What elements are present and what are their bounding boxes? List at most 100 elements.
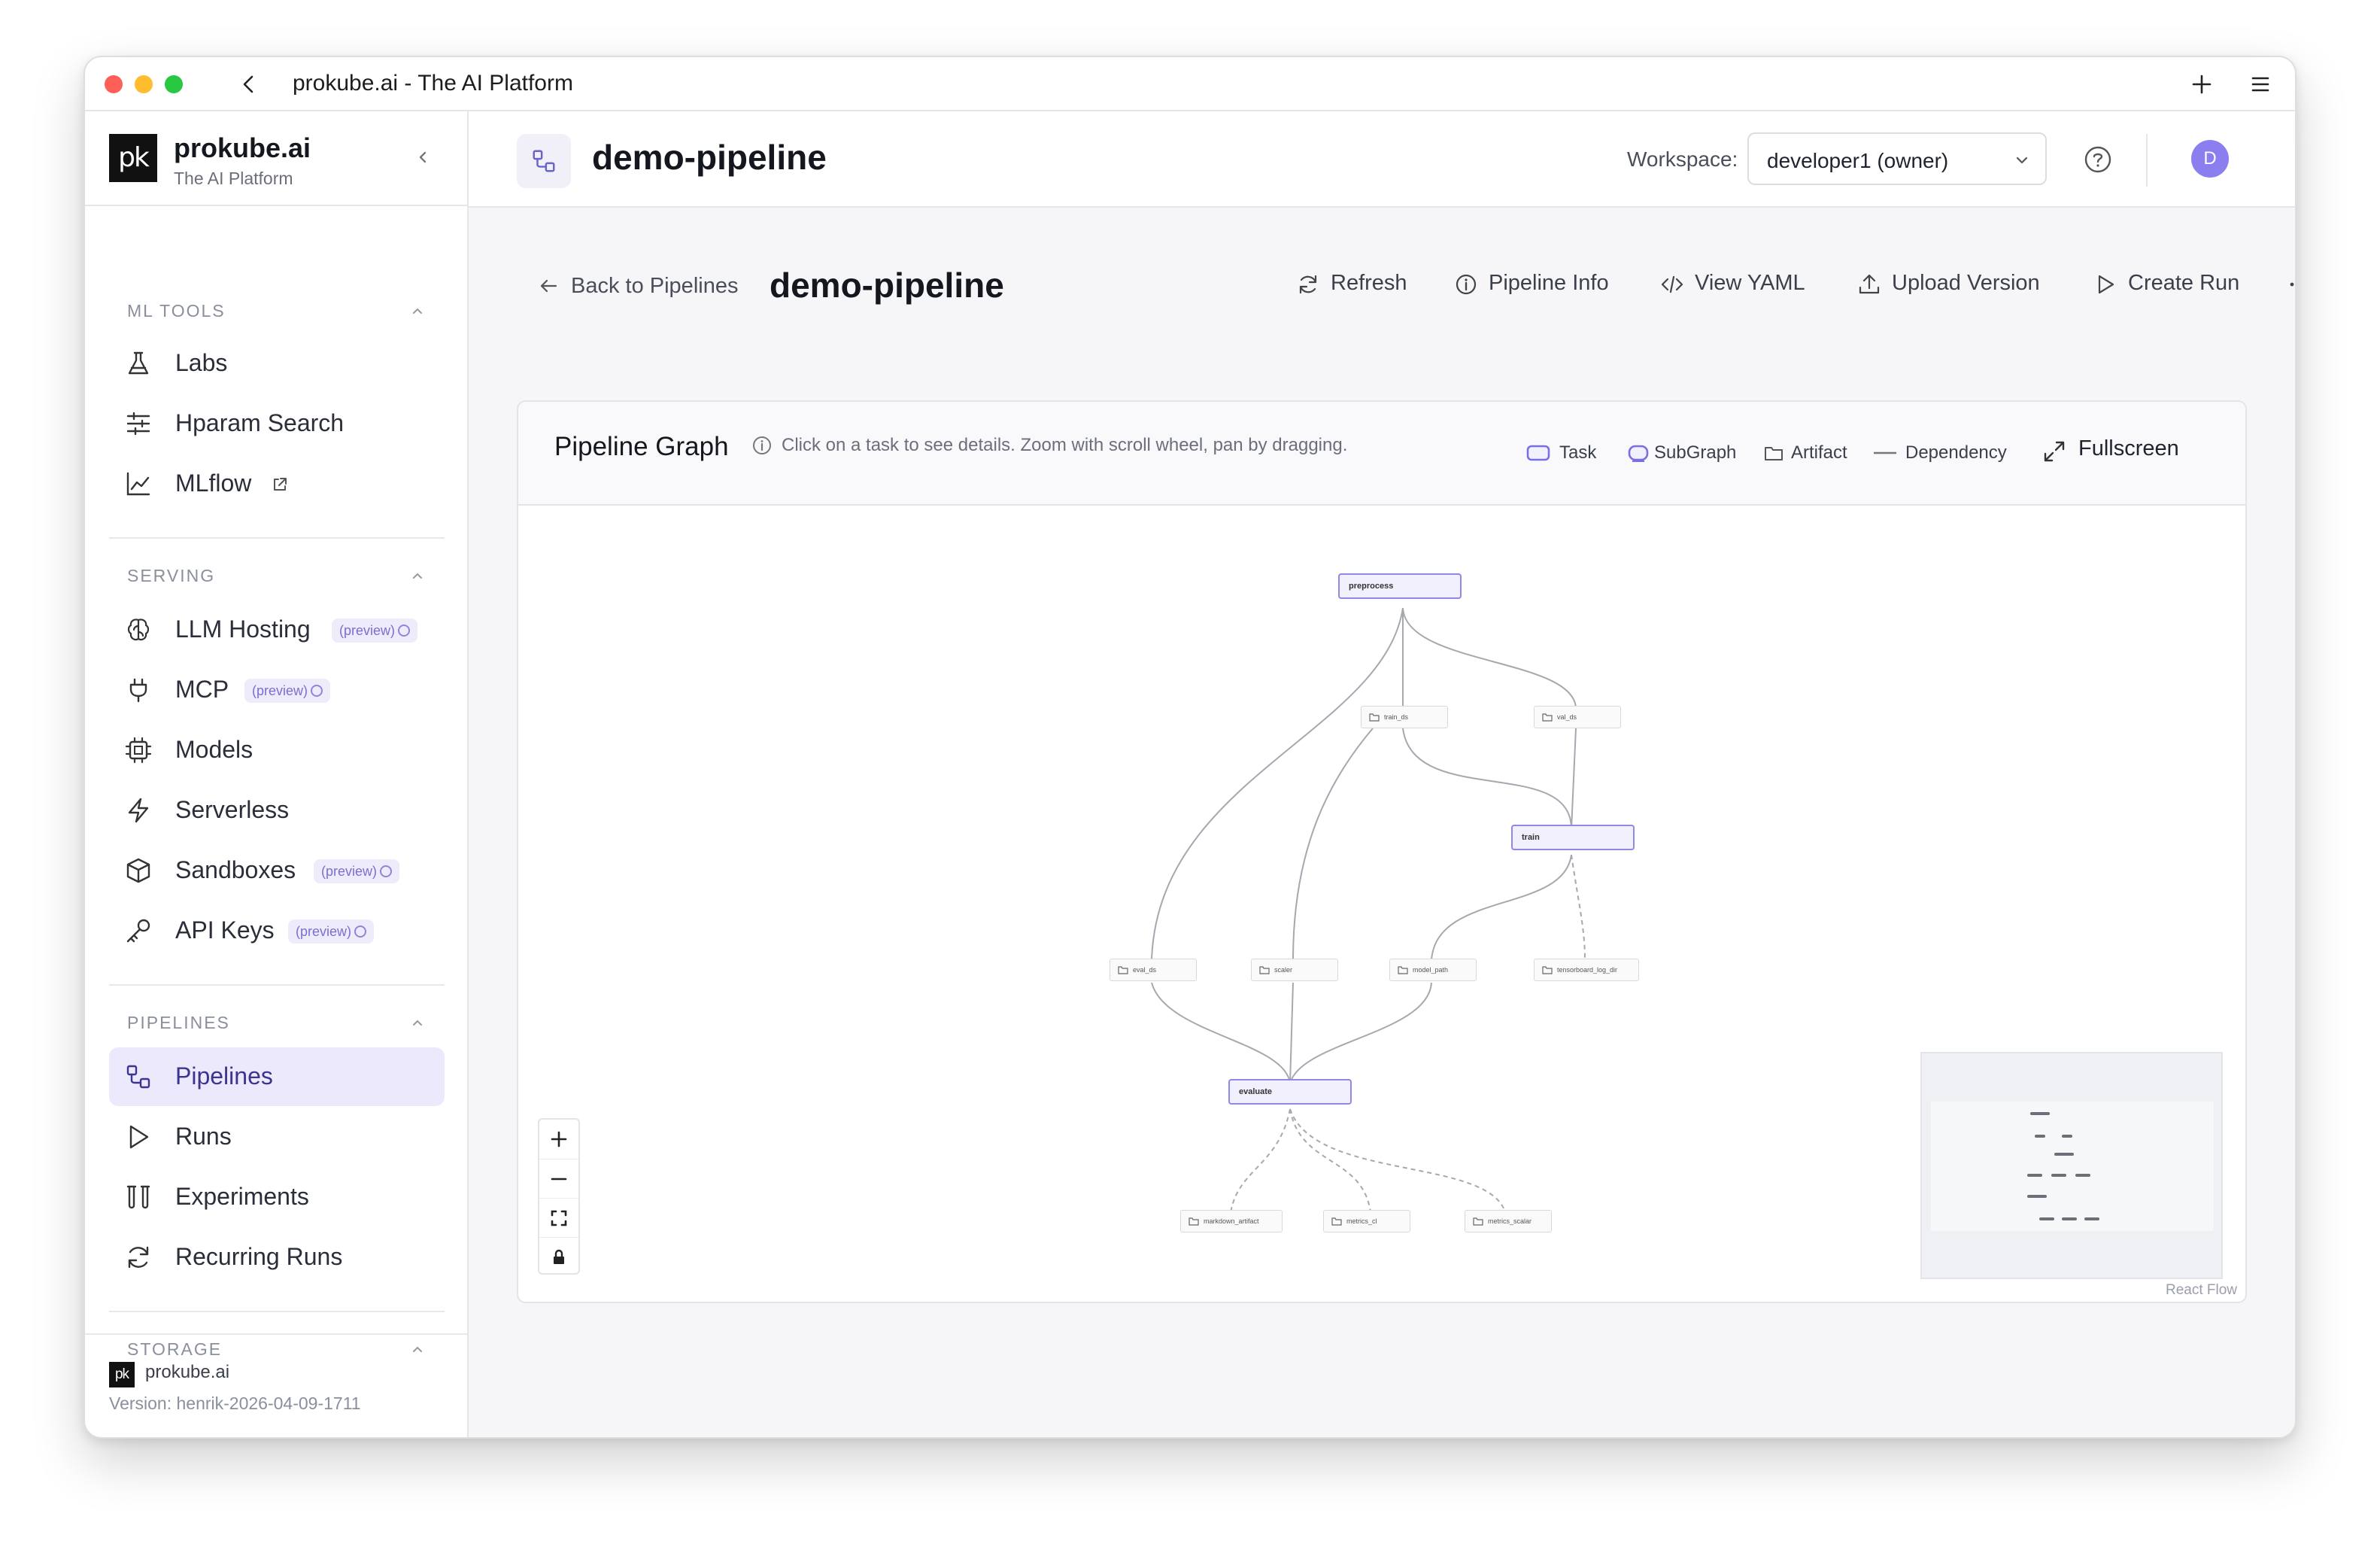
sidebar-item-llm-hosting[interactable]: LLM Hosting (preview) — [109, 600, 445, 659]
artifact-node-metrics-cl[interactable]: metrics_cl — [1323, 1210, 1410, 1232]
play-icon — [2098, 275, 2114, 294]
fit-view-button[interactable] — [539, 1198, 578, 1237]
header-title: demo-pipeline — [592, 138, 827, 177]
chevron-up-icon[interactable] — [408, 302, 427, 321]
pipeline-graph-card: Pipeline Graph Click on a task to see de… — [517, 400, 2247, 1303]
sidebar-item-labs[interactable]: Labs — [109, 334, 445, 393]
fit-view-icon — [551, 1210, 567, 1226]
sidebar-item-serverless[interactable]: Serverless — [109, 781, 445, 840]
preview-badge: (preview) — [244, 679, 331, 703]
more-options-icon[interactable] — [2286, 271, 2297, 298]
help-icon[interactable] — [2083, 144, 2113, 175]
edge-train-ds-train — [1402, 728, 1572, 830]
minimap-viewport[interactable] — [1931, 1102, 2214, 1231]
cpu-icon — [125, 737, 152, 764]
sidebar-item-experiments[interactable]: Experiments — [109, 1168, 445, 1226]
artifact-node-val-ds[interactable]: val_ds — [1534, 706, 1621, 728]
sidebar-item-label: MCP — [175, 676, 229, 703]
fullscreen-label: Fullscreen — [2078, 436, 2179, 460]
minimap[interactable] — [1920, 1052, 2223, 1279]
section-label-ml-tools: ML TOOLS — [127, 301, 226, 321]
new-tab-icon[interactable] — [2190, 72, 2214, 96]
back-label: Back to Pipelines — [571, 274, 739, 298]
chevron-up-icon[interactable] — [408, 1014, 427, 1032]
sidebar-item-recurring-runs[interactable]: Recurring Runs — [109, 1228, 445, 1287]
minimap-node — [2062, 1217, 2077, 1220]
artifact-node-markdown-artifact[interactable]: markdown_artifact — [1180, 1210, 1283, 1232]
info-icon — [354, 925, 367, 938]
maximize-window-button[interactable] — [165, 75, 183, 93]
divider — [109, 537, 445, 539]
expand-icon — [2044, 441, 2065, 462]
sidebar-item-mcp[interactable]: MCP (preview) — [109, 661, 445, 719]
section-label-storage: STORAGE — [127, 1339, 223, 1359]
artifact-label: eval_ds — [1133, 966, 1157, 974]
minimap-node — [2027, 1174, 2090, 1177]
artifact-label: train_ds — [1384, 713, 1409, 721]
lock-icon — [554, 1249, 564, 1264]
chevron-up-icon[interactable] — [408, 567, 427, 585]
sidebar-item-runs[interactable]: Runs — [109, 1108, 445, 1166]
task-node-evaluate[interactable]: evaluate — [1228, 1079, 1352, 1105]
task-label: preprocess — [1349, 582, 1394, 591]
lock-button[interactable] — [539, 1237, 578, 1276]
workspace-label: Workspace: — [1627, 147, 1738, 171]
footer-logo: pk — [109, 1362, 135, 1387]
zoom-out-button[interactable] — [539, 1159, 578, 1198]
sidebar-item-label: Hparam Search — [175, 409, 345, 436]
sidebar-item-mlflow[interactable]: MLflow — [109, 454, 445, 513]
sidebar-item-models[interactable]: Models — [109, 721, 445, 780]
close-window-button[interactable] — [105, 75, 123, 93]
artifact-label: val_ds — [1557, 713, 1577, 721]
graph-canvas[interactable]: preprocess train evaluate train_ds val_d… — [518, 507, 2245, 1302]
chevron-up-icon[interactable] — [408, 1341, 427, 1359]
divider — [109, 1311, 445, 1312]
sliders-icon — [126, 412, 150, 436]
minimap-node — [2035, 1135, 2045, 1138]
pipeline-icon-box — [517, 134, 571, 188]
plus-icon — [551, 1131, 567, 1147]
task-label: train — [1522, 833, 1540, 842]
sidebar-item-hparam-search[interactable]: Hparam Search — [109, 394, 445, 453]
upload-icon — [1859, 274, 1880, 294]
artifact-node-eval-ds[interactable]: eval_ds — [1110, 959, 1197, 981]
folder-icon — [1369, 713, 1380, 722]
divider — [109, 984, 445, 986]
artifact-node-train-ds[interactable]: train_ds — [1361, 706, 1448, 728]
app-window: prokube.ai - The AI Platform pk prokube.… — [83, 56, 2297, 1439]
action-label: Pipeline Info — [1489, 271, 1609, 295]
flask-icon — [128, 351, 149, 375]
workspace-select[interactable]: developer1 (owner) — [1747, 132, 2047, 185]
sidebar-item-label: Sandboxes — [175, 856, 296, 883]
folder-icon — [1765, 447, 1783, 460]
minimize-window-button[interactable] — [135, 75, 153, 93]
zoom-in-button[interactable] — [539, 1120, 578, 1159]
browser-back-icon[interactable] — [237, 72, 261, 96]
dependency-line-icon — [1874, 451, 1896, 454]
minimap-node — [2027, 1195, 2047, 1198]
react-flow-attribution[interactable]: React Flow — [2166, 1282, 2237, 1299]
collapse-sidebar-icon[interactable] — [411, 146, 434, 169]
sidebar-item-api-keys[interactable]: API Keys (preview) — [109, 901, 445, 960]
artifact-node-metrics-scalar[interactable]: metrics_scalar — [1465, 1210, 1552, 1232]
task-node-train[interactable]: train — [1511, 825, 1635, 850]
sidebar-item-pipelines[interactable]: Pipelines — [109, 1047, 445, 1106]
edge-eval-ds-evaluate — [1151, 982, 1291, 1084]
user-avatar[interactable]: D — [2191, 140, 2229, 178]
minimap-node — [2062, 1135, 2072, 1138]
artifact-node-model-path[interactable]: model_path — [1389, 959, 1477, 981]
task-node-preprocess[interactable]: preprocess — [1338, 573, 1462, 599]
minimap-node — [2030, 1112, 2050, 1115]
legend-label: Dependency — [1905, 442, 2007, 463]
artifact-node-scaler[interactable]: scaler — [1251, 959, 1338, 981]
arrow-left-icon — [540, 279, 557, 293]
page-title: demo-pipeline — [770, 266, 1004, 305]
preview-badge: (preview) — [332, 618, 418, 643]
sidebar-item-sandboxes[interactable]: Sandboxes (preview) — [109, 841, 445, 900]
subgraph-swatch-icon — [1628, 445, 1649, 462]
preview-badge: (preview) — [288, 919, 375, 944]
artifact-node-tensorboard-log-dir[interactable]: tensorboard_log_dir — [1534, 959, 1639, 981]
menu-icon[interactable] — [2248, 72, 2272, 96]
artifact-label: markdown_artifact — [1204, 1217, 1259, 1225]
chart-line-icon — [126, 472, 150, 496]
